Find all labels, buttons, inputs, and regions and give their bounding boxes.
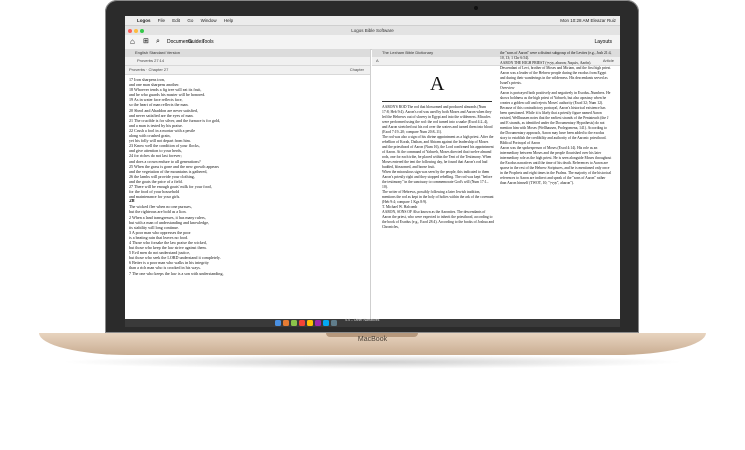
dictionary-paragraph: AARON, SONS OF Also known as the Aaronit… <box>382 210 494 229</box>
reference-input[interactable]: Proverbs 27:14 <box>137 58 164 63</box>
bible-resource-name: English Standard Version <box>135 50 180 55</box>
laptop-shadow <box>60 355 685 369</box>
menu-status: Mon 10:28 AM Eleazar Ruiz <box>560 18 616 23</box>
dictionary-paragraph: When the miraculous sign was seen by the… <box>382 170 493 189</box>
toolbar: ⌂ ⊞ ⌕ Documents Guides Tools Layouts <box>125 35 620 50</box>
dictionary-paragraph: the "sons of Aaron" were a distinct subg… <box>500 51 612 60</box>
bible-text: 17 Iron sharpens iron, and one man sharp… <box>125 75 354 276</box>
layouts-menu[interactable]: Layouts <box>594 35 612 49</box>
library-icon[interactable]: ⊞ <box>143 35 149 49</box>
menu-edit[interactable]: Edit <box>172 18 180 23</box>
dictionary-paragraph: The writer of Hebrews, possibly followin… <box>382 190 494 204</box>
bible-reference-bar: Proverbs 27:14 <box>125 57 370 66</box>
maps-icon[interactable] <box>291 320 297 326</box>
menu-go[interactable]: Go <box>187 18 193 23</box>
window-title: Logos Bible Software <box>351 28 394 33</box>
menu-help[interactable]: Help <box>224 18 233 23</box>
home-icon[interactable]: ⌂ <box>130 35 135 49</box>
minimize-window-button[interactable] <box>134 28 138 33</box>
verse-line: 7 The one who keeps the law is a son wit… <box>129 270 224 276</box>
mail-icon[interactable] <box>323 320 329 326</box>
dictionary-location[interactable]: A <box>376 58 379 63</box>
settings-icon[interactable] <box>331 320 337 326</box>
search-icon[interactable]: ⌕ <box>156 35 160 49</box>
dictionary-resource-name: The Lexham Bible Dictionary <box>382 50 434 55</box>
laptop-brand: MacBook <box>357 336 388 343</box>
window-titlebar: Logos Bible Software <box>125 26 620 35</box>
dictionary-paragraph: The rod was also a sign of his divine ap… <box>382 135 494 169</box>
tools-menu[interactable]: Tools <box>202 35 214 49</box>
dock-caption: 4.4 – Other Narratives <box>345 318 380 322</box>
podcasts-icon[interactable] <box>315 320 321 326</box>
screen: Logos File Edit Go Window Help Mon 10:28… <box>125 16 620 327</box>
dictionary-paragraph: Aaron is portrayed both positively and n… <box>500 91 611 140</box>
zoom-window-button[interactable] <box>140 28 144 33</box>
section-letter: A <box>430 73 445 95</box>
app-menu[interactable]: Logos <box>137 18 151 23</box>
bible-location-bar: Proverbs · Chapter 27 Chapter <box>125 66 370 75</box>
menu-window[interactable]: Window <box>201 18 217 23</box>
dictionary-column-2: the "sons of Aaron" were a distinct subg… <box>500 51 612 315</box>
chapter-dropdown[interactable]: Chapter <box>350 66 364 74</box>
dock: 4.4 – Other Narratives <box>125 318 620 327</box>
dictionary-paragraph: Aaron was the spokesperson of Moses (Exo… <box>500 146 612 185</box>
dictionary-paragraph: AARON'S ROD The rod that blossomed and p… <box>382 105 493 134</box>
close-window-button[interactable] <box>128 28 132 33</box>
menu-bar: Logos File Edit Go Window Help Mon 10:28… <box>125 16 620 26</box>
logos-app-icon[interactable] <box>283 320 289 326</box>
menu-file[interactable]: File <box>158 18 165 23</box>
camera <box>474 6 478 10</box>
section-rule <box>382 101 492 102</box>
dictionary-paragraph: Descendant of Levi, brother of Moses and… <box>500 66 612 85</box>
calendar-icon[interactable] <box>299 320 305 326</box>
bible-pane: English Standard Version Proverbs 27:14 … <box>125 49 371 319</box>
dictionary-column-1: AARON'S ROD The rod that blossomed and p… <box>382 105 494 315</box>
finder-icon[interactable] <box>275 320 281 326</box>
bible-location[interactable]: Proverbs · Chapter 27 <box>129 67 168 72</box>
bible-tab[interactable]: English Standard Version <box>125 49 370 57</box>
dictionary-pane: The Lexham Bible Dictionary A Article A … <box>372 49 620 319</box>
notes-icon[interactable] <box>307 320 313 326</box>
